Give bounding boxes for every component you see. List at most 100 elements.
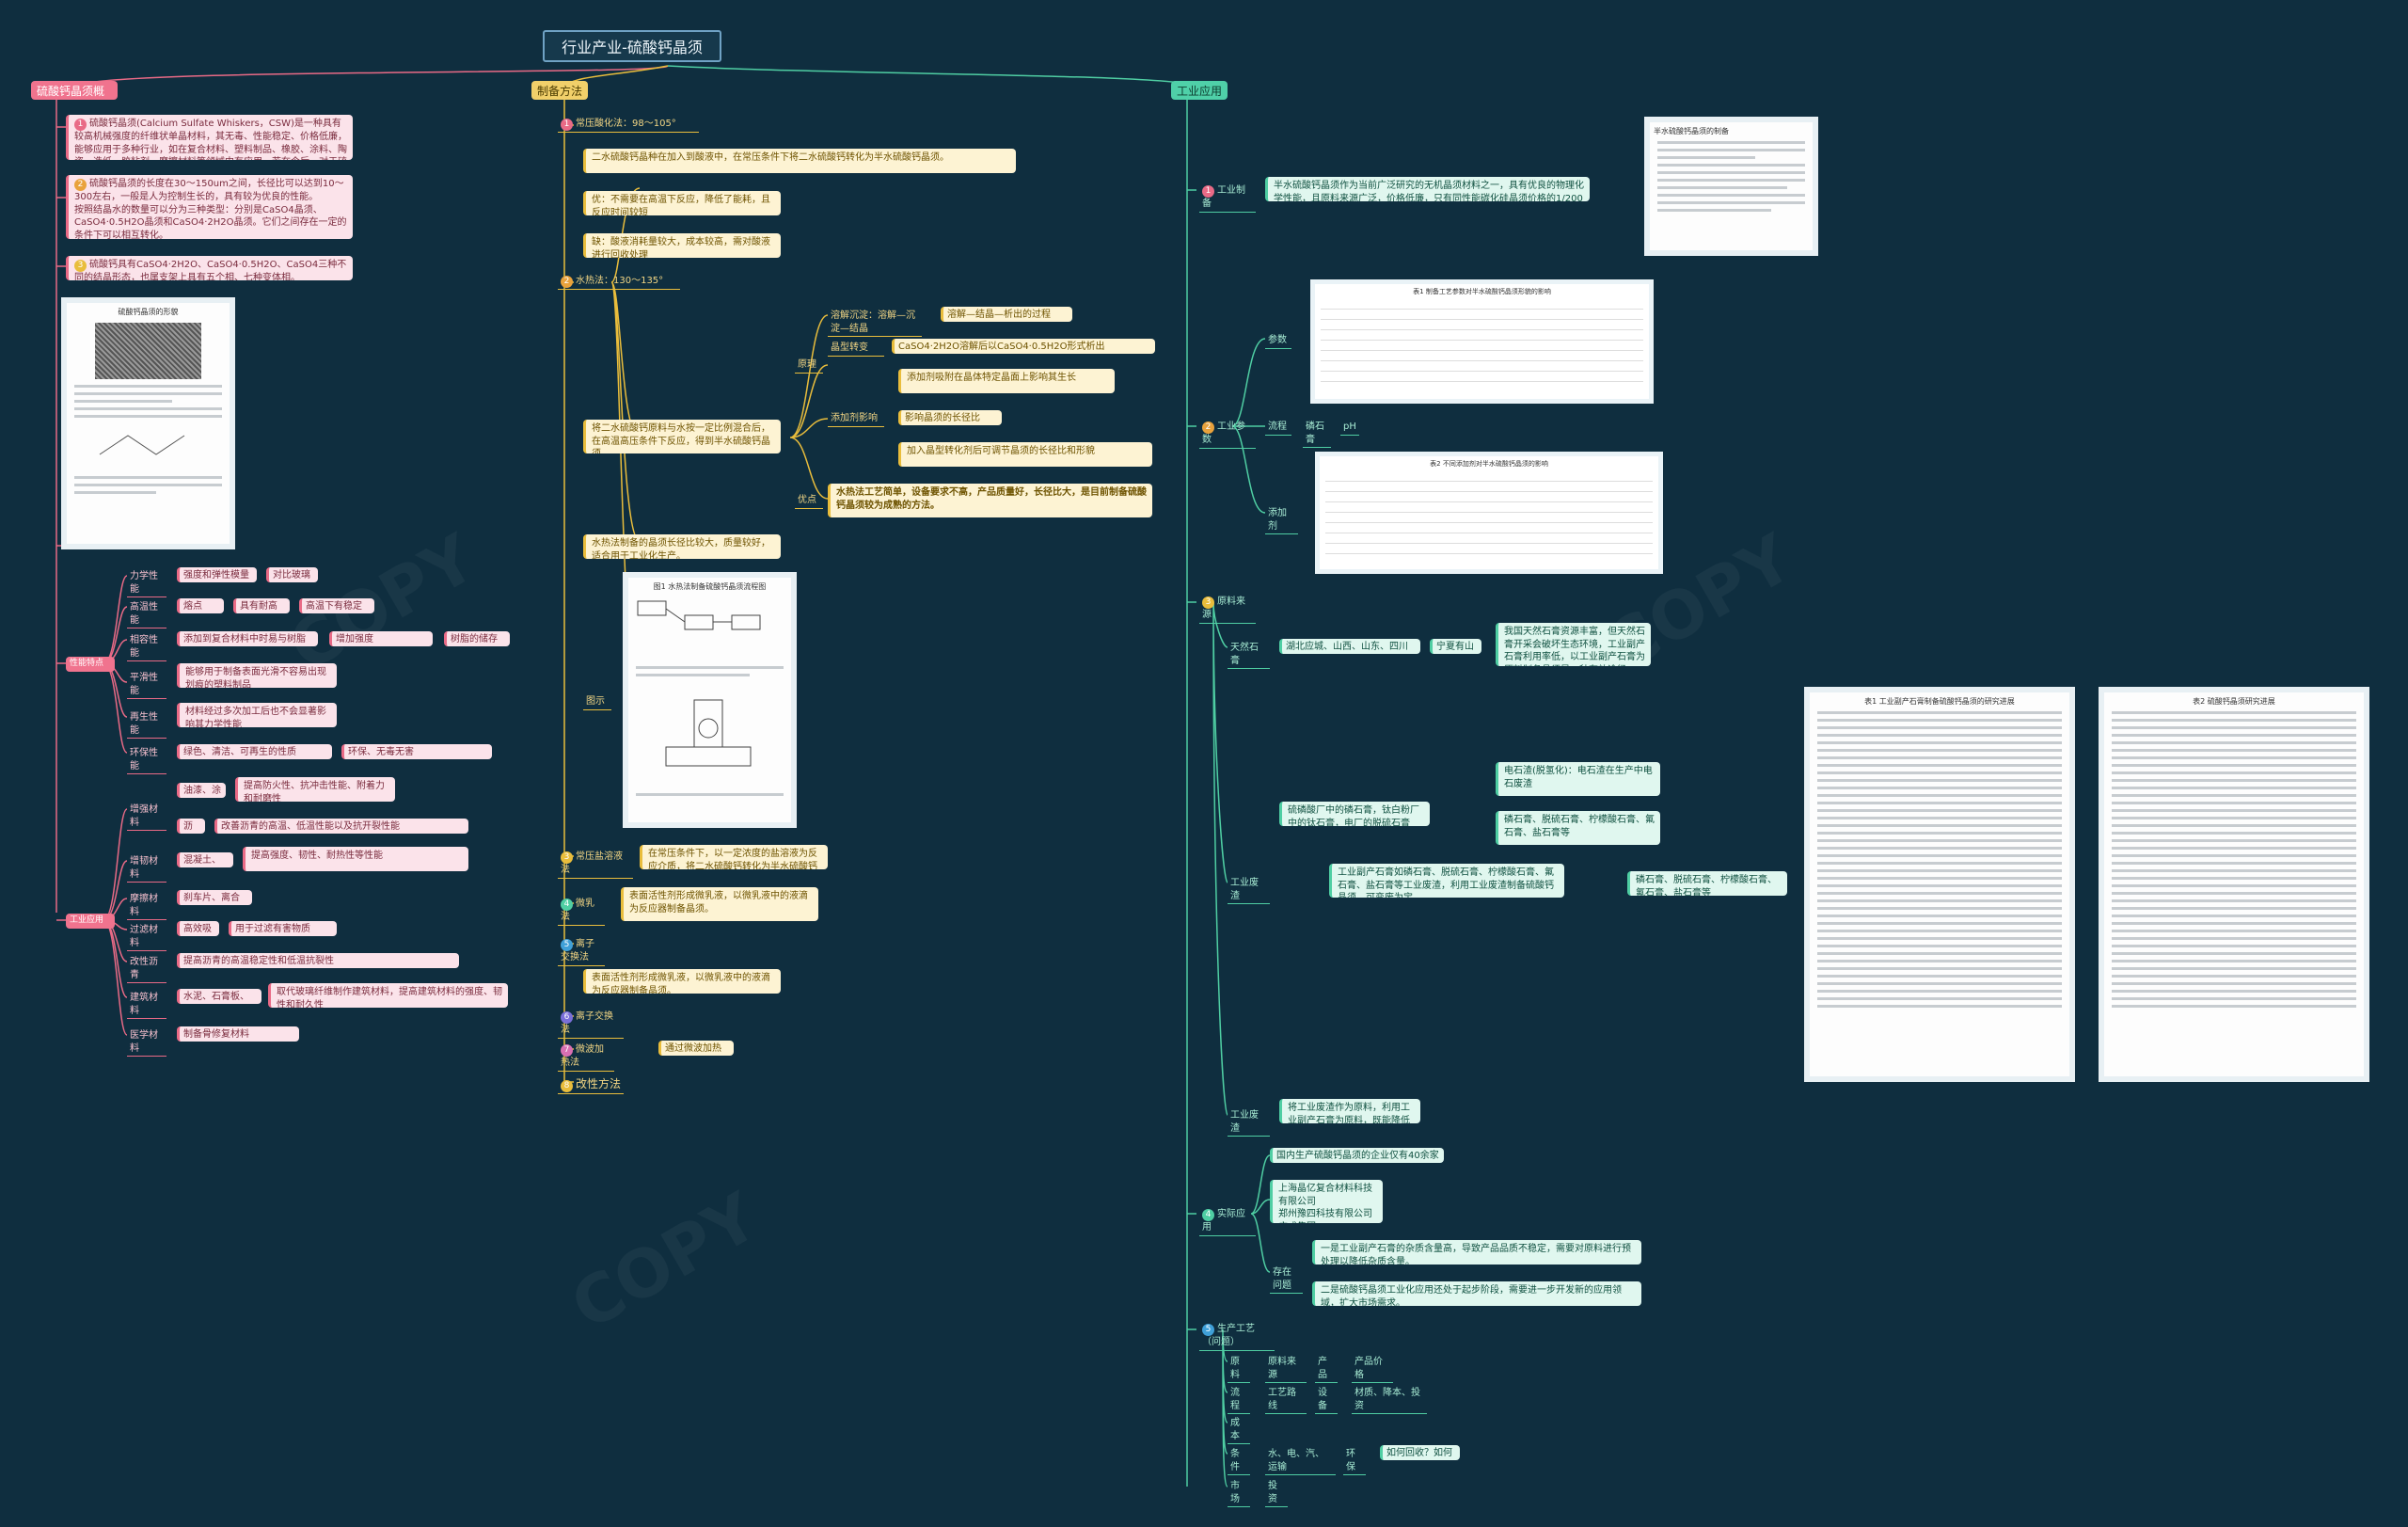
principle-1-detail[interactable]: 溶解—结晶—析出的过程 [941, 307, 1072, 322]
perf-key-5[interactable]: 再生性能 [127, 710, 166, 739]
method-2-figure-label[interactable]: 图示 [583, 694, 611, 710]
perf-value-6[interactable]: 绿色、清洁、可再生的性质 [177, 744, 332, 759]
perf-extra-3[interactable]: 树脂的储存稳定 [444, 631, 510, 646]
process-price[interactable]: 产品价格 [1352, 1355, 1393, 1383]
perf-note-6[interactable]: 环保、无毒无害 [341, 744, 492, 759]
industry-1-doc[interactable]: 半水硫酸钙晶须的制备 [1644, 117, 1818, 256]
additive-table[interactable]: 表2 不同添加剂对半水硫酸钙晶须的影响 [1315, 452, 1663, 574]
overview-item-3[interactable]: 3 硫酸钙具有CaSO4·2H2O、CaSO4·0.5H2O、CaSO4三种不同的… [66, 256, 353, 280]
industry-1-title[interactable]: 1 工业制备 [1199, 183, 1256, 213]
process-investment[interactable]: 投资 [1265, 1479, 1288, 1507]
industrial-waste-types[interactable]: 磷石膏、脱硫石膏、柠檬酸石膏、氟石膏、盐石膏等 [1627, 871, 1787, 896]
app-key-2[interactable]: 增韧材料 [127, 854, 166, 883]
app-key-3[interactable]: 摩擦材料 [127, 892, 166, 920]
method-7-title[interactable]: 7 微波加热法 [558, 1042, 614, 1072]
method-1-item-3[interactable]: 缺：酸液消耗量较大，成本较高，需对酸液进行回收处理 [583, 233, 781, 258]
method-6-title[interactable]: 6 离子交换法 [558, 1010, 624, 1039]
branch-industry[interactable]: 工业应用 [1171, 81, 1228, 100]
industrial-waste-sub-3[interactable]: 磷石膏、脱硫石膏、柠檬酸石膏、氟石膏、盐石膏等 [1496, 811, 1660, 845]
industry-paper-1[interactable]: 表1 工业副产石膏制备硫酸钙晶须的研究进展 [1804, 687, 2075, 1082]
app-key-1[interactable]: 增强材料 [127, 803, 166, 831]
method-3-text[interactable]: 在常压条件下，以一定浓度的盐溶液为反应介质，将二水硫酸钙转化为半水硫酸钙晶须。 [640, 845, 828, 869]
industry-1-text[interactable]: 半水硫酸钙晶须作为当前广泛研究的无机晶须材料之一，具有优良的物理化学性能，且原料… [1265, 177, 1590, 201]
perf-value-3[interactable]: 添加到复合材料中时易与树脂结合 [177, 631, 318, 646]
app-key-5[interactable]: 改性沥青 [127, 955, 166, 983]
phosphogypsum-node[interactable]: 磷石膏 [1303, 420, 1331, 448]
industrial-waste-2[interactable]: 工业废渣 [1228, 1108, 1270, 1137]
natural-gypsum-text[interactable]: 我国天然石膏资源丰富，但天然石膏开采会破坏生态环境，工业副产石膏利用率低，以工业… [1496, 623, 1651, 666]
industry-2-title[interactable]: 2 工业参数 [1199, 420, 1256, 449]
industry-5-title[interactable]: 5 生产工艺（问题） [1199, 1322, 1275, 1351]
process-invest[interactable]: 材质、降本、投资 [1352, 1386, 1427, 1414]
issue-1[interactable]: 一是工业副产石膏的杂质含量高，导致产品品质不稳定，需要对原料进行预处理以降低杂质… [1312, 1240, 1641, 1265]
process-raw[interactable]: 原料 [1228, 1355, 1250, 1383]
param-table[interactable]: 表1 制备工艺参数对半水硫酸钙晶须形貌的影响 [1310, 279, 1654, 404]
method-4-extra[interactable]: 表面活性剂形成微乳液，以微乳液中的液滴为反应器制备晶须。 [583, 969, 781, 994]
process-equipment[interactable]: 设备 [1315, 1386, 1338, 1414]
natural-gypsum[interactable]: 天然石膏 [1228, 641, 1270, 669]
app-a-7[interactable]: 制备骨修复材料 [177, 1026, 299, 1042]
app-key-4[interactable]: 过滤材料 [127, 923, 166, 951]
industry-3-title[interactable]: 3 原料来源 [1199, 595, 1256, 624]
app-key-6[interactable]: 建筑材料 [127, 991, 166, 1019]
perf-key-3[interactable]: 相容性能 [127, 633, 166, 661]
method-2-intro[interactable]: 将二水硫酸钙原料与水按一定比例混合后，在高温高压条件下反应，得到半水硫酸钙晶须。 [583, 420, 781, 453]
principle-4-a[interactable]: 水热法工艺简单，设备要求不高，产品质量好，长径比大，是目前制备硫酸钙晶须较为成熟… [828, 484, 1152, 517]
perf-value-4[interactable]: 能够用于制备表面光滑不容易出现划痕的塑料制品 [177, 663, 337, 688]
method-1-item-2[interactable]: 优：不需要在高温下反应，降低了能耗，且反应时间较短 [583, 191, 781, 215]
app-key-7[interactable]: 医学材料 [127, 1028, 166, 1057]
method-2-title[interactable]: 2 水热法：130～135° [558, 274, 680, 290]
perf-note-1[interactable]: 对比玻璃纤维 [266, 567, 318, 582]
company-list[interactable]: 上海晶亿复合材料科技有限公司 郑州豫四科技有限公司 广成集团 浙江汉科新材料股份… [1270, 1180, 1383, 1223]
method-4-title[interactable]: 4 微乳法 [558, 897, 605, 926]
perf-extra-2[interactable]: 高温下有稳定性 [299, 598, 374, 613]
app-a-3[interactable]: 刹车片、离合器片 [177, 890, 252, 905]
principle-3-a[interactable]: 添加剂吸附在晶体特定晶面上影响其生长 [898, 369, 1115, 393]
principle-2-detail[interactable]: CaSO4·2H2O溶解后以CaSO4·0.5H2O形式析出 [892, 339, 1155, 354]
process-product[interactable]: 产品 [1315, 1355, 1338, 1383]
app-a-1[interactable]: 油漆、涂料 [177, 783, 226, 798]
industry-4-title[interactable]: 4 实际应用 [1199, 1207, 1256, 1236]
app-b-6[interactable]: 取代玻璃纤维制作建筑材料，提高建筑材料的强度、韧性和耐久性 [268, 983, 508, 1008]
app-a-5[interactable]: 提高沥青的高温稳定性和低温抗裂性 [177, 953, 459, 968]
process-flow[interactable]: 流程 [1228, 1386, 1250, 1414]
principle-1[interactable]: 溶解沉淀：溶解—沉淀—结晶 [828, 309, 922, 337]
principle-2[interactable]: 晶型转变 [828, 341, 884, 357]
additive-node[interactable]: 添加剂 [1265, 506, 1298, 534]
ph-node[interactable]: pH [1340, 420, 1359, 436]
industrial-waste-text[interactable]: 工业副产石膏如磷石膏、脱硫石膏、柠檬酸石膏、氟石膏、盐石膏等工业废渣，利用工业废… [1329, 864, 1564, 898]
method-1-item-1[interactable]: 二水硫酸钙晶种在加入到酸液中，在常压条件下将二水硫酸钙转化为半水硫酸钙晶须。 [583, 149, 1016, 173]
app-b-2[interactable]: 提高强度、韧性、耐热性等性能 [243, 847, 468, 871]
principle-3-c[interactable]: 加入晶型转化剂后可调节晶须的长径比和形貌 [898, 442, 1152, 467]
natural-gypsum-q[interactable]: 宁夏有山东 [1430, 639, 1481, 654]
app-b-1[interactable]: 提高防火性、抗冲击性能、附着力和耐磨性 [235, 777, 395, 802]
principle-3[interactable]: 添加剂影响 [828, 411, 884, 427]
industrial-waste[interactable]: 工业废渣 [1228, 876, 1270, 904]
app-d-1[interactable]: 改善沥青的高温、低温性能以及抗开裂性能 [214, 819, 468, 834]
process-route[interactable]: 工艺路线 [1265, 1386, 1307, 1414]
natural-gypsum-locations[interactable]: 湖北应城、山西、山东、四川等广东等地 [1279, 639, 1420, 654]
perf-key-1[interactable]: 力学性能 [127, 569, 166, 597]
process-env-q[interactable]: 如何回收？如何处理？ [1380, 1445, 1460, 1460]
perf-value-2[interactable]: 熔点1450° [177, 598, 224, 613]
branch-overview[interactable]: 硫酸钙晶须概述 [31, 81, 118, 100]
perf-value-5[interactable]: 材料经过多次加工后也不会显著影响其力学性能 [177, 703, 337, 727]
process-raw-source[interactable]: 原料来源 [1265, 1355, 1307, 1383]
industrial-waste-sub-2[interactable]: 电石渣(脱氢化)：电石渣在生产中电石废渣 [1496, 762, 1660, 796]
app-c-1[interactable]: 沥青 [177, 819, 205, 834]
method-4-text[interactable]: 表面活性剂形成微乳液，以微乳液中的液滴为反应器制备晶须。 [621, 887, 818, 921]
industrial-waste-benefit[interactable]: 将工业废渣作为原料，利用工业副产石膏为原料，既能降低成本，又能解决环境问题。 [1279, 1099, 1420, 1123]
method-2-note[interactable]: 水热法制备的晶须长径比较大，质量较好，适合用于工业化生产。 [583, 534, 781, 559]
method-2-figure[interactable]: 图1 水热法制备硫酸钙晶须流程图 [623, 572, 797, 828]
app-b-4[interactable]: 用于过滤有害物质 [229, 921, 337, 936]
overview-item-2[interactable]: 2 硫酸钙晶须的长度在30～150um之间，长径比可以达到10～300左右，一般是… [66, 175, 353, 239]
perf-key-6[interactable]: 环保性能 [127, 746, 166, 774]
company-count[interactable]: 国内生产硫酸钙晶须的企业仅有40余家 [1270, 1148, 1444, 1163]
flow-node[interactable]: 流程 [1265, 420, 1291, 436]
method-5-title[interactable]: 5 离子交换法 [558, 937, 605, 966]
process-market[interactable]: 市场 [1228, 1479, 1250, 1507]
process-env[interactable]: 环保 [1343, 1447, 1366, 1475]
param-node[interactable]: 参数 [1265, 333, 1291, 349]
method-7-text[interactable]: 通过微波加热晶须成核生长 [658, 1041, 734, 1056]
method-3-title[interactable]: 3 常压盐溶液法 [558, 850, 633, 879]
